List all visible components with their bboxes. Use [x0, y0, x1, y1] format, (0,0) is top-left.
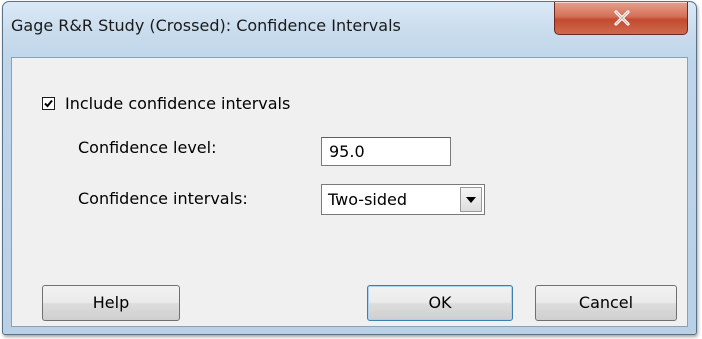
confidence-intervals-select[interactable]: Two-sided [321, 184, 485, 215]
confidence-level-input[interactable]: 95.0 [321, 137, 451, 166]
check-icon [44, 99, 53, 108]
dropdown-button[interactable] [460, 187, 482, 212]
include-ci-label: Include confidence intervals [65, 94, 291, 113]
confidence-level-label: Confidence level: [78, 138, 217, 157]
dialog-client-area: Include confidence intervals Confidence … [11, 57, 688, 327]
include-ci-row[interactable]: Include confidence intervals [42, 94, 290, 113]
cancel-button[interactable]: Cancel [535, 285, 677, 321]
close-icon [614, 10, 630, 26]
confidence-intervals-value: Two-sided [328, 190, 408, 209]
close-button[interactable] [554, 2, 688, 35]
help-button[interactable]: Help [42, 285, 180, 321]
confidence-intervals-label: Confidence intervals: [78, 189, 248, 208]
dialog-window: Gage R&R Study (Crossed): Confidence Int… [2, 1, 697, 335]
include-ci-checkbox[interactable] [42, 97, 55, 110]
ok-button[interactable]: OK [367, 285, 513, 321]
chevron-down-icon [466, 197, 476, 203]
window-title: Gage R&R Study (Crossed): Confidence Int… [11, 16, 401, 35]
